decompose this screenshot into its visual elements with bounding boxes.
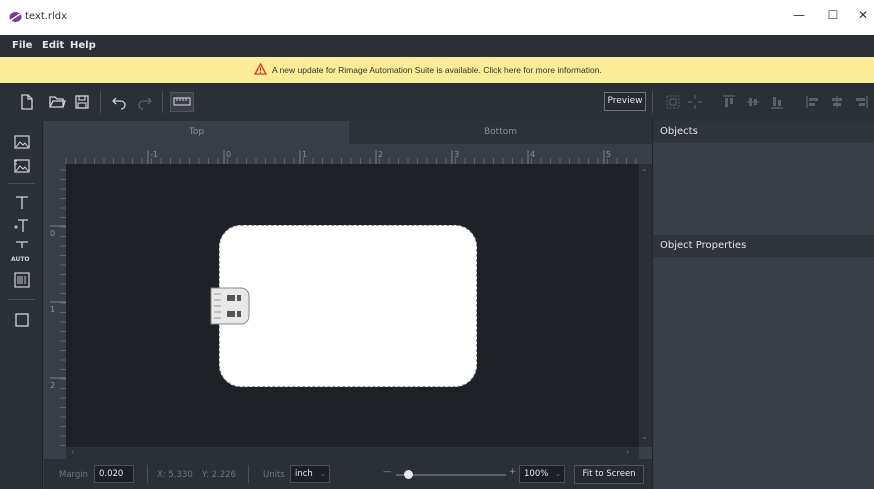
undo-icon[interactable] — [110, 93, 128, 111]
tab-top[interactable]: Top — [44, 121, 349, 144]
usb-connector — [210, 287, 250, 325]
scroll-left-icon[interactable]: ‹ — [71, 447, 74, 456]
status-bar: Margin 0.020 X: 5.330 Y: 2.226 Units inc… — [44, 459, 652, 489]
x-coordinate: X: 5.330 — [157, 470, 193, 480]
open-folder-icon[interactable] — [48, 93, 66, 111]
align-middle-icon[interactable] — [744, 93, 762, 111]
ruler-label: 0 — [50, 229, 55, 238]
margin-input[interactable]: 0.020 — [94, 465, 134, 483]
toolbar-separator — [100, 91, 101, 113]
group-icon[interactable] — [664, 93, 682, 111]
tool-palette: AUTO — [0, 121, 43, 489]
units-label: Units — [263, 470, 285, 480]
ruler-label: 1 — [50, 305, 55, 314]
align-top-icon[interactable] — [720, 93, 738, 111]
menu-edit[interactable]: Edit — [42, 40, 64, 51]
new-file-icon[interactable] — [18, 93, 36, 111]
toolbar: Preview — [0, 83, 874, 121]
zoom-in-button[interactable]: + — [509, 467, 516, 477]
object-properties-title: Object Properties — [653, 235, 874, 257]
label-card[interactable] — [219, 225, 477, 387]
redo-icon[interactable] — [136, 93, 154, 111]
align-left-icon[interactable] — [804, 93, 822, 111]
scroll-up-icon[interactable]: ⌃ — [641, 168, 648, 177]
ruler-icon[interactable] — [170, 92, 194, 112]
toolbar-separator — [652, 91, 653, 113]
menu-help[interactable]: Help — [70, 40, 96, 51]
tab-bottom[interactable]: Bottom — [349, 121, 652, 144]
status-separator — [147, 465, 148, 483]
title-bar: text.rldx — ☐ ✕ — [0, 0, 874, 35]
align-bottom-icon[interactable] — [768, 93, 786, 111]
status-separator — [248, 465, 249, 483]
zoom-select[interactable]: 100% ⌄ — [519, 465, 565, 483]
toolbar-separator — [162, 91, 163, 113]
rectangle-icon[interactable] — [13, 311, 31, 329]
menu-bar: File Edit Help — [0, 35, 874, 57]
save-icon[interactable] — [73, 93, 91, 111]
ungroup-icon[interactable] — [686, 93, 704, 111]
objects-list[interactable] — [653, 143, 874, 234]
warning-icon — [254, 63, 267, 75]
ruler-label: 2 — [50, 381, 55, 390]
ruler-label: 2 — [378, 150, 383, 159]
align-right-icon[interactable] — [852, 93, 870, 111]
tool-separator — [8, 183, 35, 184]
ruler-label: 4 — [530, 150, 535, 159]
maximize-button[interactable]: ☐ — [818, 8, 848, 28]
side-tabs: Top Bottom — [44, 121, 652, 144]
units-value: inch — [295, 469, 313, 479]
text-icon[interactable] — [13, 193, 31, 211]
scroll-down-icon[interactable]: ⌄ — [641, 432, 648, 441]
y-coordinate: Y: 2.226 — [202, 470, 236, 480]
horizontal-ruler: -1 0 1 2 3 4 5 — [44, 144, 652, 164]
zoom-value: 100% — [524, 469, 549, 479]
ruler-label: 1 — [302, 150, 307, 159]
update-banner[interactable]: A new update for Rimage Automation Suite… — [0, 57, 874, 83]
image-placeholder-icon[interactable] — [13, 157, 31, 175]
auto-text-label: AUTO — [11, 256, 30, 263]
zoom-out-button[interactable]: — — [383, 467, 392, 477]
scroll-right-icon[interactable]: › — [626, 447, 629, 456]
ruler-label: 3 — [454, 150, 459, 159]
app-logo-icon — [9, 12, 22, 22]
text-field-icon[interactable] — [13, 217, 31, 235]
update-message[interactable]: A new update for Rimage Automation Suite… — [272, 65, 602, 75]
objects-panel-title: Objects — [653, 121, 874, 143]
window-title: text.rldx — [25, 11, 68, 22]
vertical-ruler: 0 1 2 — [44, 164, 66, 447]
zoom-slider-handle[interactable] — [404, 470, 413, 479]
chevron-down-icon: ⌄ — [555, 470, 561, 478]
fit-to-screen-button[interactable]: Fit to Screen — [574, 465, 644, 484]
preview-button[interactable]: Preview — [604, 92, 646, 111]
tool-separator — [8, 299, 35, 300]
ruler-label: 5 — [606, 150, 611, 159]
barcode-icon[interactable] — [13, 271, 31, 289]
close-button[interactable]: ✕ — [848, 8, 874, 28]
menu-file[interactable]: File — [12, 40, 32, 51]
units-select[interactable]: inch ⌄ — [290, 465, 330, 483]
minimize-button[interactable]: — — [784, 8, 814, 28]
margin-label: Margin — [59, 470, 89, 480]
align-center-icon[interactable] — [828, 93, 846, 111]
right-panel: Objects Object Properties — [652, 121, 874, 489]
horizontal-scrollbar[interactable]: ‹ › — [66, 447, 639, 459]
chevron-down-icon: ⌄ — [320, 470, 326, 478]
ruler-label: 0 — [226, 150, 231, 159]
ruler-label: -1 — [150, 150, 158, 159]
image-icon[interactable] — [13, 133, 31, 151]
vertical-scrollbar[interactable]: ⌃ ⌄ — [639, 164, 652, 447]
